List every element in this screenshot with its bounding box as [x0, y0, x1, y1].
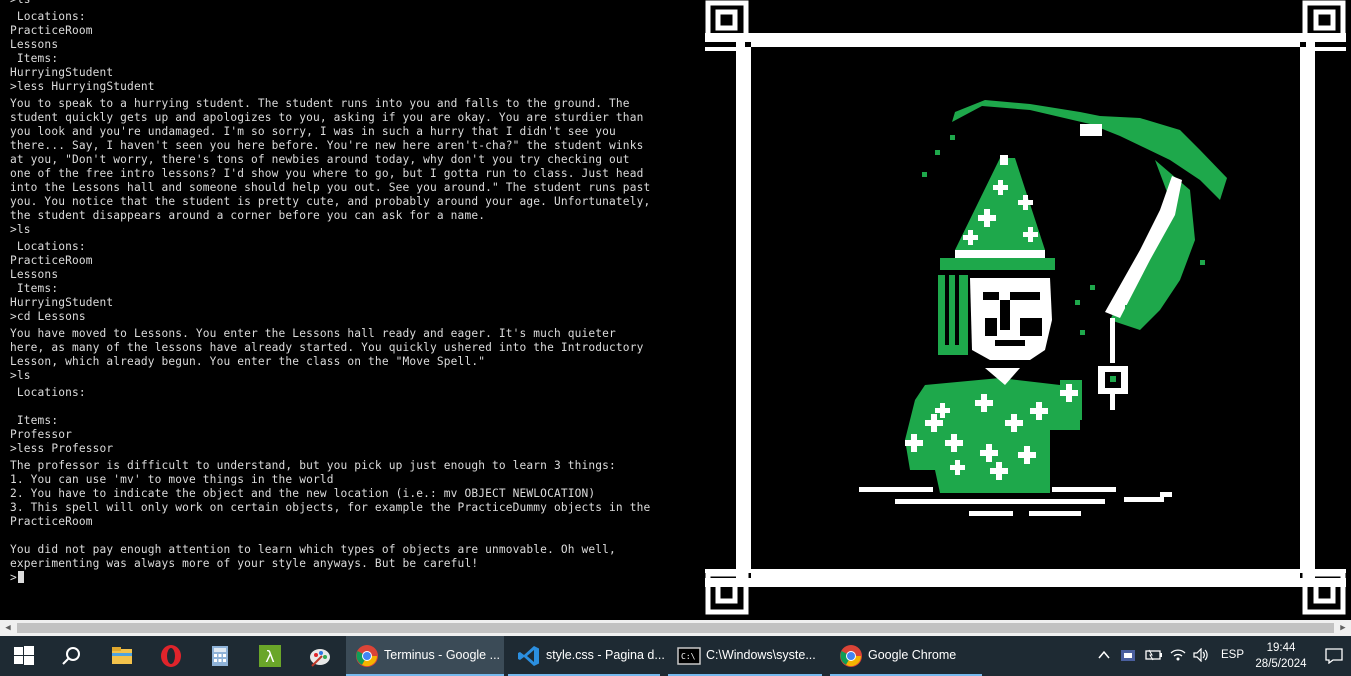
task-terminus-chrome[interactable]: Terminus - Google ...: [346, 636, 504, 676]
windows-taskbar: λ Terminus - Google ... style.css - Pagi…: [0, 636, 1351, 676]
terminal-line: 3. This spell will only work on certain …: [10, 501, 651, 514]
terminal-line: Items:: [10, 414, 59, 427]
terminal-line: Locations:: [10, 386, 86, 399]
calculator-icon[interactable]: [196, 636, 244, 676]
task-label: Terminus - Google ...: [384, 648, 501, 662]
task-label: C:\Windows\syste...: [706, 648, 816, 662]
lambda-app-icon[interactable]: λ: [246, 636, 294, 676]
terminal-line: >ls: [10, 369, 31, 382]
horizontal-scrollbar[interactable]: ◀ ▶: [0, 620, 1351, 636]
task-vscode[interactable]: style.css - Pagina d...: [508, 636, 665, 676]
terminal-line: The professor is difficult to understand…: [10, 459, 616, 472]
terminal-line: HurryingStudent: [10, 66, 114, 79]
terminal-line: student quickly gets up and apologizes t…: [10, 111, 644, 124]
file-explorer-icon[interactable]: [98, 636, 146, 676]
terminal-line: you. You notice that the student is pret…: [10, 195, 651, 208]
terminal-line: Lesson, which already begun. You enter t…: [10, 355, 486, 368]
terminal-line: the student disappears around a corner b…: [10, 209, 486, 222]
terminal-line: 2. You have to indicate the object and t…: [10, 487, 596, 500]
task-label: style.css - Pagina d...: [546, 648, 665, 662]
terminal-line: >cd Lessons: [10, 310, 86, 323]
clock-time: 19:44: [1266, 642, 1296, 654]
chrome-icon: [840, 645, 862, 667]
paint-app-icon[interactable]: [296, 636, 344, 676]
terminal-line: experimenting was always more of your st…: [10, 557, 479, 570]
wizard-art-panel: [700, 0, 1351, 620]
windows-start-icon[interactable]: [0, 636, 48, 676]
clock[interactable]: 19:44 28/5/2024: [1254, 640, 1308, 672]
terminal-line: >less Professor: [10, 442, 114, 455]
task-google-chrome[interactable]: Google Chrome: [830, 636, 982, 676]
terminal-prompt[interactable]: >: [10, 571, 690, 585]
terminal-line: 1. You can use 'mv' to move things in th…: [10, 473, 334, 486]
terminal-line: PracticeRoom: [10, 24, 93, 37]
svg-text:C:\: C:\: [681, 652, 696, 661]
terminal-line: Items:: [10, 52, 59, 65]
volume-icon[interactable]: [1193, 647, 1209, 665]
terminal-line: Locations:: [10, 240, 86, 253]
terminal-line: >ls: [10, 0, 690, 7]
terminal-line: you look and you're undamaged. I'm so so…: [10, 125, 616, 138]
wizard-illustration: [705, 0, 1346, 615]
wifi-icon[interactable]: [1170, 648, 1186, 665]
language-indicator[interactable]: ESP: [1221, 649, 1244, 661]
terminal-line: PracticeRoom: [10, 254, 93, 267]
vscode-icon: [518, 646, 539, 666]
clock-date: 28/5/2024: [1255, 658, 1307, 670]
task-cmd[interactable]: C:\ C:\Windows\syste...: [668, 636, 822, 676]
prompt-symbol: >: [10, 571, 17, 584]
app-tray-icon[interactable]: [1120, 648, 1136, 667]
task-label: Google Chrome: [868, 648, 957, 662]
terminal-line: You to speak to a hurrying student. The …: [10, 97, 630, 110]
terminal-line: Lessons: [10, 38, 59, 51]
terminal-line: You have moved to Lessons. You enter the…: [10, 327, 616, 340]
chrome-icon: [356, 645, 378, 667]
scrollbar-thumb[interactable]: [17, 623, 1334, 633]
terminal-line: Professor: [10, 428, 72, 441]
terminal-line: Locations:: [10, 10, 86, 23]
scroll-left-arrow-icon[interactable]: ◀: [0, 620, 16, 636]
terminal-line: HurryingStudent: [10, 296, 114, 309]
terminal-line: You did not pay enough attention to lear…: [10, 543, 616, 556]
terminal-line: there... Say, I haven't seen you here be…: [10, 139, 644, 152]
terminal-line: >ls: [10, 223, 31, 236]
terminal-line: PracticeRoom: [10, 515, 93, 528]
terminal-output: >ls Locations:PracticeRoomLessons Items:…: [10, 0, 690, 585]
notification-icon[interactable]: [1325, 648, 1343, 667]
text-cursor: [17, 571, 24, 583]
terminal-line: Items:: [10, 282, 59, 295]
search-icon[interactable]: [48, 636, 96, 676]
cmd-icon: C:\: [677, 647, 701, 665]
svg-text:λ: λ: [265, 647, 274, 666]
terminal-pane[interactable]: >ls Locations:PracticeRoomLessons Items:…: [0, 0, 696, 620]
terminal-line: one of the free intro lessons? I'd show …: [10, 167, 644, 180]
terminal-line: into the Lessons hall and someone should…: [10, 181, 651, 194]
battery-icon[interactable]: [1145, 648, 1163, 665]
terminal-line: >less HurryingStudent: [10, 80, 155, 93]
opera-icon[interactable]: [147, 636, 195, 676]
terminal-line: at you, "Don't worry, there's tons of ne…: [10, 153, 630, 166]
terminal-line: Lessons: [10, 268, 59, 281]
chevron-up-icon[interactable]: [1097, 648, 1111, 665]
terminal-line: here, as many of the lessons have alread…: [10, 341, 644, 354]
scroll-right-arrow-icon[interactable]: ▶: [1335, 620, 1351, 636]
